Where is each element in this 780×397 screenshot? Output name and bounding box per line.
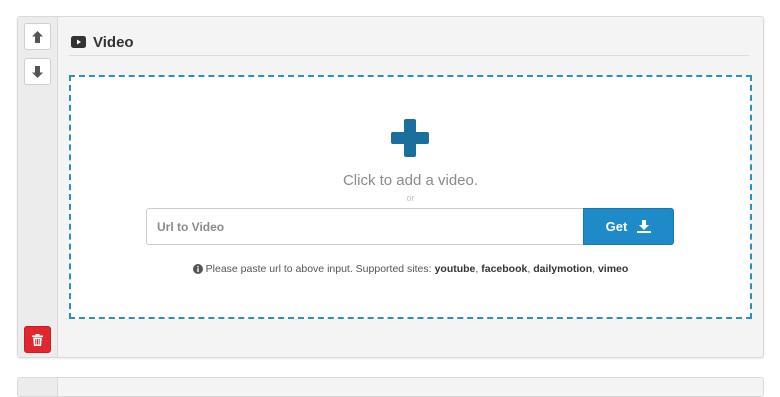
info-circle-icon (192, 264, 203, 274)
help-sites: youtube, facebook, dailymotion, vimeo (434, 263, 629, 275)
site-youtube: youtube (434, 263, 476, 275)
video-url-input[interactable] (146, 208, 583, 245)
get-button-label: Get (605, 219, 628, 234)
block-header: Video (69, 29, 749, 56)
video-block: Video Click to add a video. or Get (17, 16, 764, 358)
download-icon (637, 220, 652, 233)
site-vimeo: vimeo (597, 263, 629, 275)
get-video-button[interactable]: Get (583, 208, 674, 245)
help-text: Please paste url to above input. Support… (71, 263, 750, 275)
block-title: Video (93, 33, 134, 51)
help-prefix: Please paste url to above input. Support… (205, 263, 432, 275)
video-dropzone[interactable]: Click to add a video. or Get Please past… (69, 75, 752, 319)
arrow-down-icon (32, 65, 43, 78)
site-dailymotion: dailymotion (533, 263, 593, 275)
trash-icon (32, 333, 43, 346)
move-up-button[interactable] (24, 23, 51, 50)
url-form: Get (146, 208, 675, 245)
block-sidebar (18, 17, 58, 357)
video-icon (71, 36, 86, 48)
site-facebook: facebook (481, 263, 528, 275)
click-to-add-text[interactable]: Click to add a video. (71, 172, 750, 189)
arrow-up-icon (32, 30, 43, 43)
delete-block-button[interactable] (24, 326, 51, 353)
move-down-button[interactable] (24, 58, 51, 85)
next-block (17, 377, 764, 397)
or-divider-text: or (406, 193, 415, 203)
plus-icon[interactable] (391, 119, 429, 157)
next-block-sidebar (18, 378, 58, 396)
